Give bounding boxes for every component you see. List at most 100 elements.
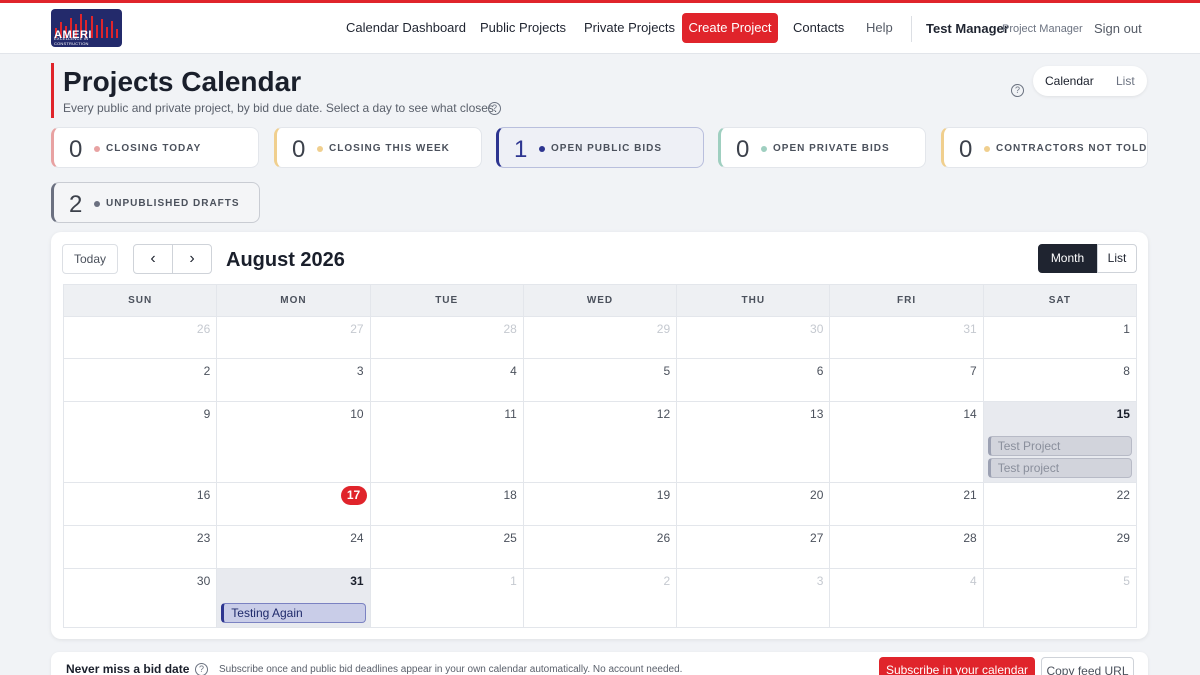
stat-count: 1 <box>514 136 528 163</box>
day-cell[interactable]: 7 <box>830 359 984 401</box>
stat-label: OPEN PUBLIC BIDS <box>551 143 663 154</box>
day-cell[interactable]: 29 <box>524 317 678 358</box>
calendar-event[interactable]: Test project <box>987 458 1132 478</box>
create-project-button[interactable]: Create Project <box>682 13 778 43</box>
copy-feed-url-button[interactable]: Copy feed URL <box>1041 657 1134 675</box>
calendar-event[interactable]: Test Project <box>987 436 1132 456</box>
day-number: 30 <box>810 322 824 336</box>
day-cell[interactable]: 22 <box>984 483 1137 525</box>
day-cell[interactable]: 13 <box>677 402 831 482</box>
chevron-right-icon[interactable]: › <box>172 244 212 274</box>
question-circle-icon[interactable]: ? <box>195 663 208 675</box>
month-title: August 2026 <box>226 249 345 271</box>
stat-card[interactable]: 1 OPEN PUBLIC BIDS <box>496 127 704 168</box>
day-cell[interactable]: 3 <box>677 569 831 627</box>
day-number: 17 <box>340 486 367 505</box>
page-subtitle: Every public and private project, by bid… <box>63 101 498 115</box>
stat-label: CLOSING THIS WEEK <box>329 143 450 154</box>
week-row: 23 24 25 26 27 28 29 <box>63 526 1137 569</box>
list-view-button[interactable]: List <box>1097 244 1137 273</box>
day-cell[interactable]: 8 <box>984 359 1137 401</box>
user-role: Project Manager <box>1002 23 1083 35</box>
calendar-event[interactable]: Testing Again <box>221 603 366 623</box>
status-dot-icon <box>984 146 990 152</box>
nav-contacts[interactable]: Contacts <box>793 20 844 35</box>
day-cell[interactable]: 26 <box>64 317 218 358</box>
day-cell-today[interactable]: 17 <box>217 483 371 525</box>
chevron-left-icon[interactable]: ‹ <box>133 244 173 274</box>
day-cell[interactable]: 11 <box>371 402 524 482</box>
weekday-label: FRI <box>830 285 984 316</box>
day-number: 4 <box>510 364 517 378</box>
day-cell[interactable]: 14 <box>830 402 984 482</box>
day-cell[interactable]: 19 <box>524 483 678 525</box>
day-number: 19 <box>656 488 671 502</box>
today-button[interactable]: Today <box>62 244 118 274</box>
stat-count: 0 <box>959 136 973 163</box>
day-cell[interactable]: 24 <box>217 526 371 568</box>
weekday-label: THU <box>677 285 831 316</box>
day-cell[interactable]: 2 <box>64 359 218 401</box>
day-number: 4 <box>970 574 977 588</box>
view-option-calendar[interactable]: Calendar <box>1045 74 1094 88</box>
sign-out-link[interactable]: Sign out <box>1094 21 1142 36</box>
question-circle-icon[interactable]: ? <box>488 102 501 115</box>
stat-card[interactable]: 2 UNPUBLISHED DRAFTS <box>51 182 260 223</box>
month-view-button[interactable]: Month <box>1038 244 1097 273</box>
nav-help[interactable]: Help <box>866 20 893 35</box>
question-circle-icon[interactable]: ? <box>1011 84 1024 97</box>
day-number: 27 <box>810 531 824 545</box>
day-cell[interactable]: 4 <box>371 359 524 401</box>
day-cell[interactable]: 5 <box>984 569 1137 627</box>
view-option-list[interactable]: List <box>1116 74 1135 88</box>
day-cell[interactable]: 5 <box>524 359 678 401</box>
day-cell[interactable]: 1 <box>984 317 1137 358</box>
main-nav: Calendar Dashboard Public Projects Priva… <box>0 3 1200 54</box>
day-cell[interactable]: 26 <box>524 526 678 568</box>
day-cell[interactable]: 4 <box>830 569 984 627</box>
day-cell[interactable]: 29 <box>984 526 1137 568</box>
day-cell[interactable]: 27 <box>217 317 371 358</box>
day-cell[interactable]: 16 <box>64 483 218 525</box>
nav-calendar-dashboard[interactable]: Calendar Dashboard <box>346 20 466 35</box>
day-number: 7 <box>970 364 977 378</box>
day-number: 29 <box>1116 531 1130 545</box>
day-cell[interactable]: 31 Testing Again <box>217 569 371 627</box>
day-cell[interactable]: 28 <box>371 317 524 358</box>
day-cell[interactable]: 2 <box>524 569 678 627</box>
subscribe-button[interactable]: Subscribe in your calendar <box>879 657 1035 675</box>
day-cell[interactable]: 30 <box>677 317 831 358</box>
page-title: Projects Calendar <box>63 66 302 97</box>
user-name: Test Manager <box>926 21 1009 36</box>
stat-count: 0 <box>736 136 750 163</box>
day-cell[interactable]: 1 <box>371 569 524 627</box>
day-cell[interactable]: 30 <box>64 569 218 627</box>
status-dot-icon <box>94 201 100 207</box>
stat-card[interactable]: 0 CLOSING TODAY <box>51 127 259 168</box>
day-cell[interactable]: 21 <box>830 483 984 525</box>
stat-label: CLOSING TODAY <box>106 143 202 154</box>
day-cell[interactable]: 9 <box>64 402 218 482</box>
day-cell[interactable]: 27 <box>677 526 831 568</box>
day-cell[interactable]: 12 <box>524 402 678 482</box>
day-cell[interactable]: 28 <box>830 526 984 568</box>
day-cell[interactable]: 23 <box>64 526 218 568</box>
weekday-label: WED <box>524 285 678 316</box>
stat-card[interactable]: 0 CLOSING THIS WEEK <box>274 127 482 168</box>
nav-public-projects[interactable]: Public Projects <box>480 20 566 35</box>
stat-card[interactable]: 0 CONTRACTORS NOT TOLD <box>941 127 1148 168</box>
day-cell[interactable]: 6 <box>677 359 831 401</box>
day-cell[interactable]: 18 <box>371 483 524 525</box>
status-dot-icon <box>94 146 100 152</box>
stat-card[interactable]: 0 OPEN PRIVATE BIDS <box>718 127 926 168</box>
day-cell[interactable]: 31 <box>830 317 984 358</box>
day-cell[interactable]: 20 <box>677 483 831 525</box>
day-number: 28 <box>963 531 977 545</box>
day-number: 20 <box>810 488 824 502</box>
day-number: 30 <box>196 574 211 588</box>
day-cell[interactable]: 10 <box>217 402 371 482</box>
day-cell[interactable]: 3 <box>217 359 371 401</box>
nav-private-projects[interactable]: Private Projects <box>584 20 675 35</box>
day-cell[interactable]: 25 <box>371 526 524 568</box>
day-cell[interactable]: 15 Test Project Test project <box>983 402 1137 482</box>
